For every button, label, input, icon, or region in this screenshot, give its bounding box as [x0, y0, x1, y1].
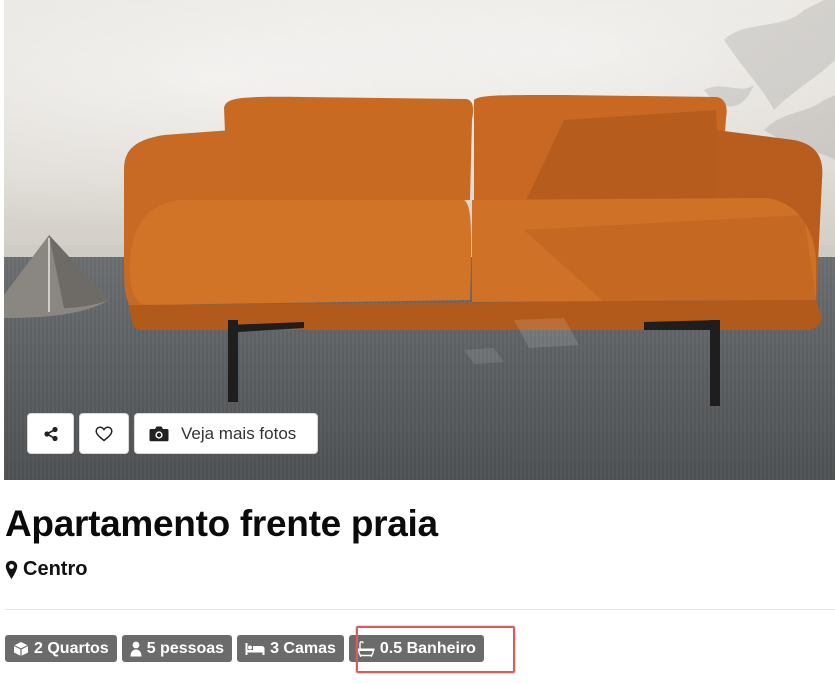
heart-icon [95, 425, 113, 441]
feature-badges: 2 Quartos 5 pessoas 3 Camas 0.5 Banheiro [5, 635, 484, 662]
photo-actions: Veja mais fotos [27, 413, 318, 454]
more-photos-button[interactable]: Veja mais fotos [134, 413, 318, 454]
share-icon [43, 426, 58, 441]
share-button[interactable] [27, 413, 74, 454]
map-pin-icon [5, 560, 18, 579]
listing-photo[interactable]: Veja mais fotos [4, 0, 835, 480]
listing-title: Apartamento frente praia [5, 503, 438, 544]
listing-location: Centro [5, 558, 87, 581]
feature-badge-bathrooms: 0.5 Banheiro [348, 635, 484, 662]
section-divider [5, 609, 835, 610]
bed-icon [245, 642, 265, 655]
feature-label: 0.5 Banheiro [379, 639, 476, 657]
feature-label: 3 Camas [270, 639, 336, 657]
location-label: Centro [23, 558, 88, 580]
camera-icon [149, 426, 169, 442]
feature-badge-guests: 5 pessoas [121, 635, 233, 662]
feature-label: 5 pessoas [146, 639, 225, 657]
feature-badge-beds: 3 Camas [237, 635, 344, 662]
sofa-illustration [4, 0, 835, 406]
user-icon [130, 641, 142, 656]
feature-label: 2 Quartos [34, 639, 109, 657]
favorite-button[interactable] [79, 413, 129, 454]
feature-badge-rooms: 2 Quartos [5, 635, 117, 662]
more-photos-label: Veja mais fotos [181, 423, 297, 443]
cube-icon [13, 641, 29, 656]
bath-icon [357, 640, 375, 657]
